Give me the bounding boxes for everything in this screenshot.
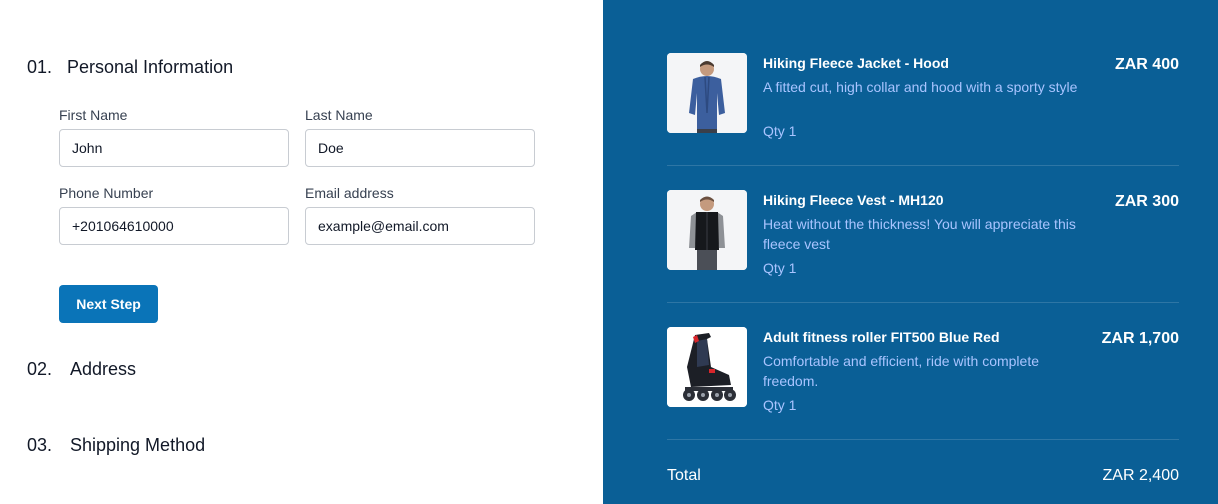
item-quantity: Qty 1 [763,123,797,139]
total-label: Total [667,467,701,484]
item-name: Hiking Fleece Jacket - Hood [763,55,949,71]
vest-product-image[interactable] [667,190,747,270]
order-summary-panel: Hiking Fleece Jacket - Hood A fitted cut… [603,0,1218,504]
last-name-label: Last Name [305,107,373,123]
jacket-product-image[interactable] [667,53,747,133]
step-number: 01. [27,57,53,77]
item-quantity: Qty 1 [763,397,797,413]
phone-number-label: Phone Number [59,185,154,201]
email-field[interactable]: example@email.com [305,207,535,245]
roller-skate-product-image[interactable] [667,327,747,407]
roller-skate-icon [667,327,747,407]
step-heading-shipping-method[interactable]: 03. Shipping Method [27,435,205,456]
cart-item: Hiking Fleece Vest - MH120 Heat without … [667,190,1179,280]
divider [667,165,1179,166]
last-name-field[interactable]: Doe [305,129,535,167]
item-description: Comfortable and efficient, ride with com… [763,353,1039,389]
step-title: Shipping Method [70,435,206,455]
item-description: A fitted cut, high collar and hood with … [763,79,1078,95]
divider [667,439,1179,440]
step-heading-address[interactable]: 02. Address [27,359,136,380]
item-name: Hiking Fleece Vest - MH120 [763,192,944,208]
first-name-field[interactable]: John [59,129,289,167]
divider [667,302,1179,303]
step-number: 02. [27,359,53,379]
step-title: Personal Information [67,57,234,77]
vest-icon [667,190,747,270]
item-price: ZAR 300 [1114,193,1179,210]
phone-number-field[interactable]: +201064610000 [59,207,289,245]
checkout-form-panel: 01. Personal Information First Name John… [0,0,603,504]
item-price: ZAR 400 [1114,56,1179,73]
total-value: ZAR 2,400 [1102,467,1179,484]
cart-item: Hiking Fleece Jacket - Hood A fitted cut… [667,53,1179,143]
next-step-button[interactable]: Next Step [59,285,158,323]
jacket-icon [667,53,747,133]
email-label: Email address [305,185,394,201]
step-title: Address [70,359,137,379]
step-heading-personal-info[interactable]: 01. Personal Information [27,57,233,78]
item-quantity: Qty 1 [763,260,797,276]
item-description: Heat without the thickness! You will app… [763,216,1076,252]
item-price: ZAR 1,700 [1101,330,1179,347]
cart-item: Adult fitness roller FIT500 Blue Red Com… [667,327,1179,417]
first-name-label: First Name [59,107,128,123]
item-name: Adult fitness roller FIT500 Blue Red [763,329,1000,345]
step-number: 03. [27,435,53,455]
